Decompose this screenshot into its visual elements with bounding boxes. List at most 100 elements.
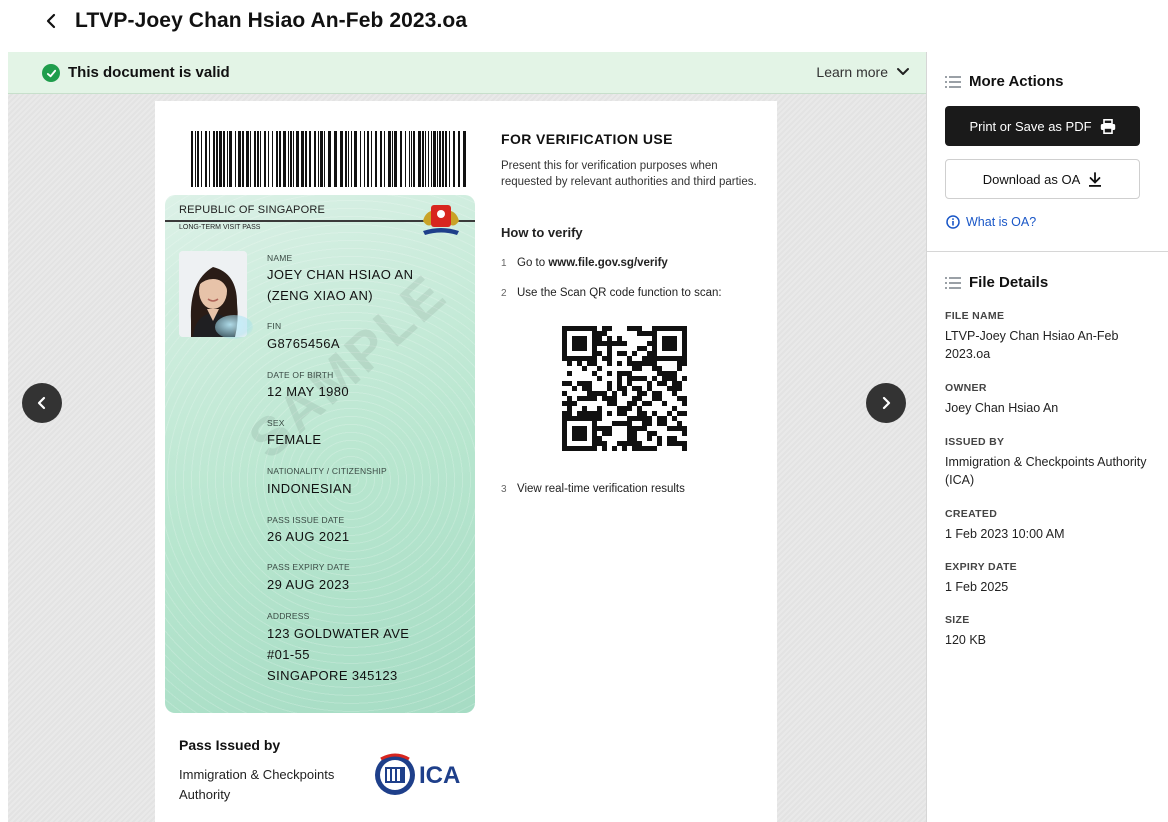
issued-by-name: Immigration & Checkpoints Authority (179, 767, 335, 802)
chevron-right-icon (882, 396, 891, 410)
name-label: NAME (267, 253, 293, 263)
address-line1: 123 GOLDWATER AVE (267, 626, 410, 641)
verify-step-2: 2 Use the Scan QR code function to scan: (501, 287, 722, 299)
detail-owner: OWNER Joey Chan Hsiao An (945, 382, 1155, 436)
verification-description: Present this for verification purposes w… (501, 160, 757, 188)
verification-section: FOR VERIFICATION USE Present this for ve… (501, 131, 761, 495)
chevron-left-icon (37, 396, 46, 410)
chevron-left-icon (46, 13, 56, 29)
detail-value: 120 KB (945, 633, 987, 647)
step-number: 2 (501, 288, 507, 299)
previous-page-button[interactable] (22, 383, 62, 423)
file-details-header: File Details (945, 274, 1048, 291)
nationality-value: INDONESIAN (267, 481, 352, 496)
detail-value: 1 Feb 2025 (945, 580, 1009, 594)
detail-expiry-date: EXPIRY DATE 1 Feb 2025 (945, 561, 1155, 614)
page-header: LTVP-Joey Chan Hsiao An-Feb 2023.oa (0, 0, 1168, 44)
detail-label: CREATED (945, 508, 998, 520)
detail-value: Joey Chan Hsiao An (945, 401, 1059, 415)
printer-icon (1100, 118, 1115, 134)
card-pass-type: LONG-TERM VISIT PASS (179, 224, 261, 231)
ltvp-card: REPUBLIC OF SINGAPORE LONG-TERM VISIT PA… (165, 195, 475, 713)
detail-value: Immigration & Checkpoints Authority (ICA… (945, 455, 1147, 487)
validity-banner: This document is valid Learn more (8, 52, 926, 94)
validity-text: This document is valid (68, 64, 230, 81)
sidebar: More Actions Print or Save as PDF Downlo… (927, 52, 1168, 822)
more-actions-title: More Actions (969, 73, 1064, 90)
step-number: 3 (501, 484, 507, 495)
download-oa-button[interactable]: Download as OA (945, 159, 1140, 199)
list-icon (945, 276, 961, 289)
issue-date-value: 26 AUG 2021 (267, 529, 350, 544)
ica-logo-text: ICA (419, 762, 460, 789)
page-title: LTVP-Joey Chan Hsiao An-Feb 2023.oa (75, 9, 468, 32)
name-value: JOEY CHAN HSIAO AN (267, 267, 414, 282)
ica-logo: ICA (375, 753, 460, 795)
detail-value: LTVP-Joey Chan Hsiao An-Feb 2023.oa (945, 329, 1119, 361)
print-label: Print or Save as PDF (969, 118, 1092, 134)
what-is-oa-link[interactable]: What is OA? (946, 215, 1036, 229)
step-text: Go to (517, 257, 549, 269)
verify-step-1: 1 Go to www.file.gov.sg/verify (501, 257, 668, 269)
pass-section: REPUBLIC OF SINGAPORE LONG-TERM VISIT PA… (165, 111, 475, 811)
more-actions-header: More Actions (945, 73, 1063, 90)
step-text: Use the Scan QR code function to scan: (517, 287, 722, 299)
fin-label: FIN (267, 321, 282, 331)
hologram-mark (215, 315, 253, 339)
card-country: REPUBLIC OF SINGAPORE (179, 204, 326, 216)
list-icon (945, 75, 961, 88)
sex-value: FEMALE (267, 432, 322, 447)
document-viewer: This document is valid Learn more REPUBL… (8, 52, 926, 822)
section-divider (927, 251, 1168, 252)
detail-label: EXPIRY DATE (945, 561, 1017, 573)
detail-size: SIZE 120 KB (945, 614, 1155, 667)
barcode-image (191, 131, 466, 187)
detail-created: CREATED 1 Feb 2023 10:00 AM (945, 508, 1155, 561)
issued-by-title: Pass Issued by (179, 737, 281, 753)
qr-code-image (562, 326, 687, 451)
how-to-verify-title: How to verify (501, 225, 583, 240)
page: LTVP-Joey Chan Hsiao An-Feb 2023.oa This… (0, 0, 1168, 822)
what-is-oa-label: What is OA? (966, 215, 1037, 229)
file-details-list: FILE NAME LTVP-Joey Chan Hsiao An-Feb 20… (945, 310, 1155, 667)
step-number: 1 (501, 258, 507, 269)
card-header: REPUBLIC OF SINGAPORE LONG-TERM VISIT PA… (165, 195, 475, 237)
expiry-date-value: 29 AUG 2023 (267, 577, 350, 592)
singapore-crest-icon (423, 205, 459, 235)
detail-label: ISSUED BY (945, 436, 1005, 448)
dob-label: DATE OF BIRTH (267, 370, 334, 380)
address-line3: SINGAPORE 345123 (267, 668, 398, 683)
file-details-title: File Details (969, 274, 1049, 291)
detail-value: 1 Feb 2023 10:00 AM (945, 527, 1065, 541)
learn-more-label: Learn more (816, 64, 888, 80)
address-label: ADDRESS (267, 611, 310, 621)
detail-file-name: FILE NAME LTVP-Joey Chan Hsiao An-Feb 20… (945, 310, 1155, 382)
download-icon (1089, 171, 1102, 187)
verification-title: FOR VERIFICATION USE (501, 131, 673, 147)
verify-url[interactable]: www.file.gov.sg/verify (548, 257, 668, 269)
qr-code (547, 311, 701, 465)
sex-label: SEX (267, 418, 285, 428)
expiry-date-label: PASS EXPIRY DATE (267, 562, 350, 572)
chevron-down-icon (897, 68, 909, 75)
document-page: REPUBLIC OF SINGAPORE LONG-TERM VISIT PA… (155, 101, 777, 822)
detail-label: OWNER (945, 382, 987, 394)
nationality-label: NATIONALITY / CITIZENSHIP (267, 466, 387, 476)
detail-issued-by: ISSUED BY Immigration & Checkpoints Auth… (945, 436, 1155, 508)
name-alias-value: (ZENG XIAO AN) (267, 288, 374, 303)
dob-value: 12 MAY 1980 (267, 384, 349, 399)
learn-more-toggle[interactable]: Learn more (816, 64, 910, 80)
detail-label: SIZE (945, 614, 970, 626)
issue-date-label: PASS ISSUE DATE (267, 515, 345, 525)
step-text: View real-time verification results (517, 483, 685, 495)
detail-label: FILE NAME (945, 310, 1005, 322)
info-icon (946, 215, 960, 229)
verify-step-3: 3 View real-time verification results (501, 483, 685, 495)
print-save-pdf-button[interactable]: Print or Save as PDF (945, 106, 1140, 146)
next-page-button[interactable] (866, 383, 906, 423)
fin-value: G8765456A (267, 336, 340, 351)
back-button[interactable] (40, 10, 62, 32)
check-circle-icon (42, 64, 60, 82)
download-label: Download as OA (982, 171, 1081, 187)
address-line2: #01-55 (267, 647, 310, 662)
